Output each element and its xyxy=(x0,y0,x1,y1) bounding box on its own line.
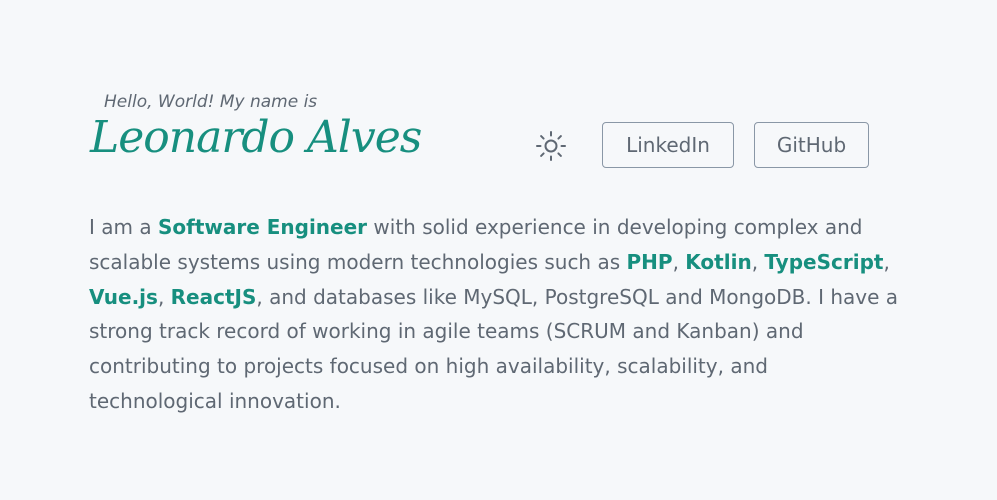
bio-highlight-php: PHP xyxy=(626,249,673,274)
bio-highlight-typescript: TypeScript xyxy=(764,249,884,274)
bio-highlight-vuejs: Vue.js xyxy=(89,284,158,309)
bio-text: , xyxy=(751,249,765,274)
bio-text: , xyxy=(883,249,890,274)
bio-text: , xyxy=(157,284,171,309)
github-button[interactable]: GitHub xyxy=(754,122,869,168)
bio-paragraph: I am a Software Engineer with solid expe… xyxy=(89,210,899,419)
bio-text: , xyxy=(672,249,686,274)
greeting-text: Hello, World! My name is xyxy=(104,92,318,112)
theme-toggle-button[interactable] xyxy=(533,128,569,164)
sun-icon xyxy=(536,131,566,161)
bio-highlight-role: Software Engineer xyxy=(157,215,368,239)
bio-highlight-kotlin: Kotlin xyxy=(685,249,752,274)
linkedin-button[interactable]: LinkedIn xyxy=(602,122,734,168)
author-name: Leonardo Alves xyxy=(90,112,422,163)
bio-highlight-reactjs: ReactJS xyxy=(170,284,257,309)
bio-text: I am a xyxy=(89,215,158,239)
